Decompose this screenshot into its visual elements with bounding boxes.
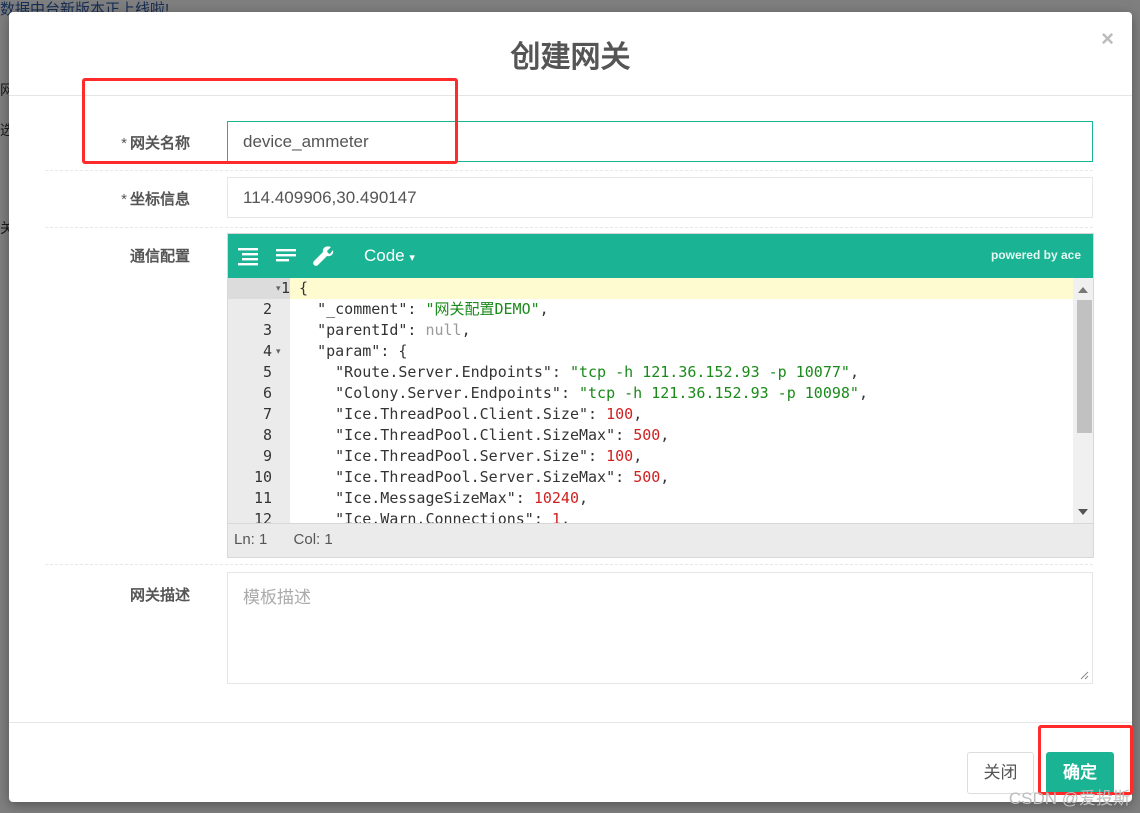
code-line: "Colony.Server.Endpoints": "tcp -h 121.3… xyxy=(335,384,868,402)
comm-label: 通信配置 xyxy=(129,248,190,265)
line-number: 11 xyxy=(253,489,272,507)
code-line: "param": { xyxy=(317,342,408,360)
status-column: Col: 1 xyxy=(293,531,333,548)
form-row-desc: 网关描述 模板描述 xyxy=(45,572,1093,684)
line-number: 5 xyxy=(262,363,272,381)
scrollbar-thumb[interactable] xyxy=(1077,300,1092,433)
editor-body[interactable]: 1 ▾ 2 3 4 ▾ 5 6 7 8 9 10 11 12 { "_comme… xyxy=(228,278,1093,523)
fold-icon[interactable]: ▾ xyxy=(276,278,281,299)
code-line: "Ice.ThreadPool.Client.Size": 100, xyxy=(335,405,643,423)
resize-grip-icon[interactable] xyxy=(1079,670,1089,680)
code-line: "parentId": null, xyxy=(317,321,471,339)
compact-icon[interactable] xyxy=(275,245,297,267)
highlight-box-name xyxy=(82,78,458,164)
fold-icon[interactable]: ▾ xyxy=(276,341,281,362)
format-icon[interactable] xyxy=(237,245,259,267)
line-number: 8 xyxy=(262,426,272,444)
modal-footer: 关闭 确定 xyxy=(9,722,1132,803)
code-line: "Ice.Warn.Connections": 1, xyxy=(335,510,570,523)
code-line: "Ice.MessageSizeMax": 10240, xyxy=(335,489,589,507)
line-number: 3 xyxy=(262,321,272,339)
code-line: "_comment": "网关配置DEMO", xyxy=(317,300,549,318)
coords-label: * 坐标信息 xyxy=(45,188,190,209)
json-editor: Code ▾ powered by ace 1 ▾ 2 3 4 ▾ 5 6 7 … xyxy=(227,233,1094,558)
code-line: "Route.Server.Endpoints": "tcp -h 121.36… xyxy=(335,363,859,381)
code-line: "Ice.ThreadPool.Client.SizeMax": 500, xyxy=(335,426,670,444)
repair-icon[interactable] xyxy=(312,245,334,267)
required-mark: * xyxy=(121,191,127,208)
code-line: "Ice.ThreadPool.Server.SizeMax": 500, xyxy=(335,468,670,486)
code-line: "Ice.ThreadPool.Server.Size": 100, xyxy=(335,447,643,465)
code-area[interactable]: { "_comment": "网关配置DEMO", "parentId": nu… xyxy=(290,278,1073,523)
line-number: 6 xyxy=(262,384,272,402)
form-row-coords: * 坐标信息 114.409906,30.490147 xyxy=(45,170,1093,228)
coordinates-input[interactable]: 114.409906,30.490147 xyxy=(227,177,1093,218)
watermark: CSDN @爱投斯 xyxy=(1008,789,1130,808)
desc-label: 网关描述 xyxy=(129,587,190,604)
powered-by-ace[interactable]: powered by ace xyxy=(991,248,1081,262)
line-number: 10 xyxy=(253,468,272,486)
line-number: 4 xyxy=(262,342,272,360)
editor-toolbar: Code ▾ powered by ace xyxy=(228,234,1093,278)
mode-label: Code xyxy=(364,246,405,265)
close-icon[interactable]: × xyxy=(1101,26,1114,52)
coords-label-text: 坐标信息 xyxy=(129,191,190,208)
description-textarea[interactable]: 模板描述 xyxy=(227,572,1093,684)
line-gutter: 1 ▾ 2 3 4 ▾ 5 6 7 8 9 10 11 12 xyxy=(228,278,290,523)
modal-title: 创建网关 xyxy=(510,41,631,74)
scroll-up-icon[interactable] xyxy=(1078,287,1088,293)
mode-dropdown[interactable]: Code ▾ xyxy=(364,246,415,266)
line-number: 7 xyxy=(262,405,272,423)
code-line: { xyxy=(290,278,1073,299)
chevron-down-icon: ▾ xyxy=(409,252,415,264)
description-placeholder: 模板描述 xyxy=(243,588,311,607)
scroll-down-icon[interactable] xyxy=(1078,509,1088,515)
line-number: 12 xyxy=(253,510,272,523)
editor-scrollbar[interactable] xyxy=(1073,278,1093,523)
status-line: Ln: 1 xyxy=(234,531,268,548)
line-number: 9 xyxy=(262,447,272,465)
line-number: 2 xyxy=(262,300,272,318)
editor-status-bar: Ln: 1 Col: 1 xyxy=(228,523,1093,557)
